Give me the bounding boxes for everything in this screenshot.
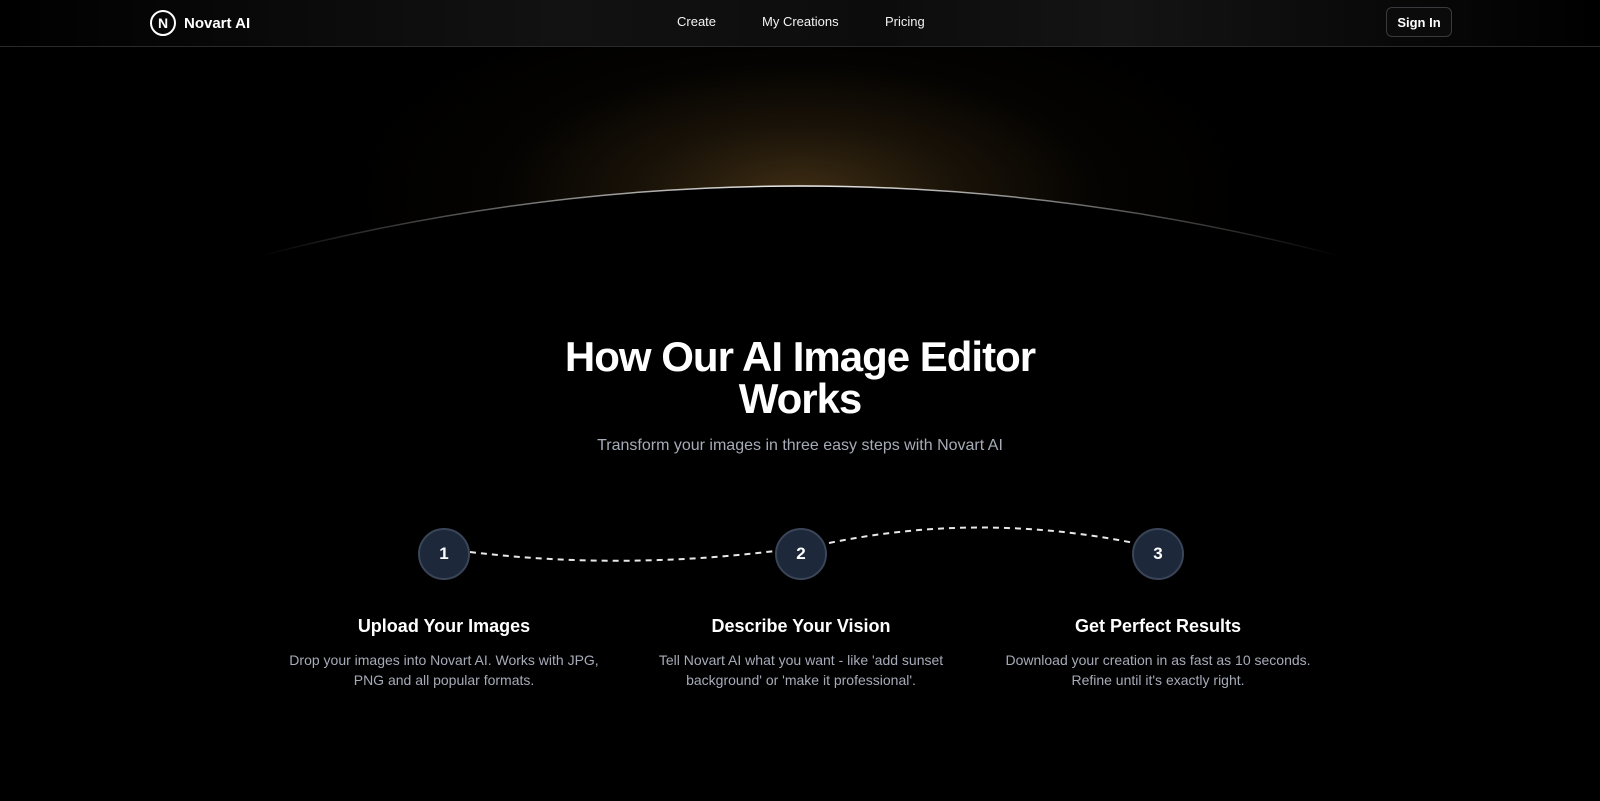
nav-pricing[interactable]: Pricing bbox=[885, 14, 925, 29]
step-3-description: Download your creation in as fast as 10 … bbox=[1005, 652, 1311, 688]
section-subtitle: Transform your images in three easy step… bbox=[597, 437, 1003, 454]
nav-create[interactable]: Create bbox=[677, 14, 716, 29]
step-3-title: Get Perfect Results bbox=[1074, 616, 1242, 636]
page: N Novart AI Create My Creations Pricing … bbox=[0, 0, 1600, 801]
step-1-title: Upload Your Images bbox=[357, 616, 531, 636]
step-1-number: 1 bbox=[418, 528, 470, 580]
nav-my-creations[interactable]: My Creations bbox=[762, 14, 839, 29]
main-nav: Create My Creations Pricing bbox=[0, 0, 1600, 46]
section-title: How Our AI Image Editor Works bbox=[564, 333, 1036, 422]
top-navbar: N Novart AI Create My Creations Pricing … bbox=[0, 0, 1600, 47]
horizon-arc bbox=[259, 185, 1341, 306]
step-3-number: 3 bbox=[1132, 528, 1184, 580]
sign-in-button[interactable]: Sign In bbox=[1386, 7, 1452, 37]
step-2-description: Tell Novart AI what you want - like 'add… bbox=[658, 652, 944, 688]
step-1-description: Drop your images into Novart AI. Works w… bbox=[289, 652, 599, 688]
step-2-number: 2 bbox=[775, 528, 827, 580]
step-2-title: Describe Your Vision bbox=[711, 616, 891, 636]
